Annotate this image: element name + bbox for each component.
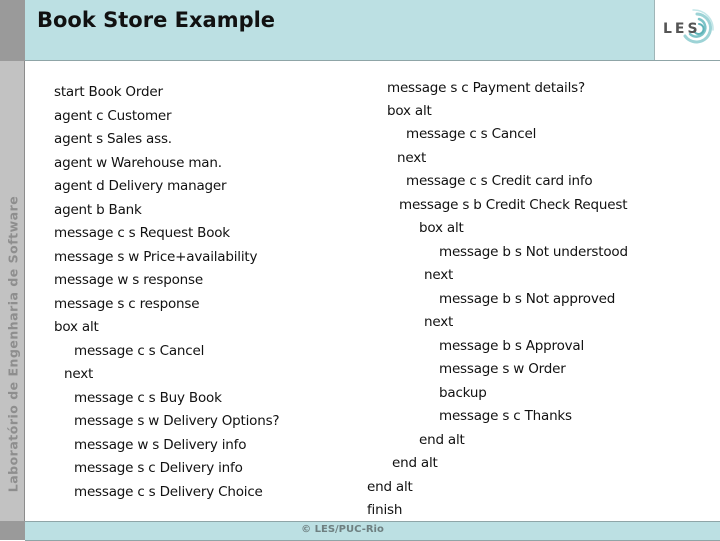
slide-title: Book Store Example [37,8,276,32]
script-line: end alt [419,432,465,448]
script-line: start Book Order [54,84,163,100]
script-line: box alt [387,103,432,119]
script-line: message c s Delivery Choice [74,484,263,500]
les-logo: LES [654,0,720,60]
script-line: box alt [54,319,99,335]
script-line: message s c Payment details? [387,80,585,96]
script-line: message w s response [54,272,203,288]
script-line: message s w Delivery Options? [74,413,280,429]
script-line: message c s Buy Book [74,390,222,406]
script-line: message s c response [54,296,200,312]
script-line: next [64,366,94,382]
script-line: agent w Warehouse man. [54,155,222,171]
script-line: message s w Price+availability [54,249,258,265]
script-line: message b s Approval [439,338,585,354]
sidebar-bottom-block [0,521,25,540]
script-line: message c s Request Book [54,225,230,241]
script-line: end alt [392,455,438,471]
slide-content: start Book Order agent c Customer agent … [25,61,720,521]
logo-text: LES [663,21,701,37]
script-line: finish [367,502,403,518]
sidebar-top-block [0,0,25,61]
script-line: message s b Credit Check Request [399,197,628,213]
script-line: message s c Delivery info [74,460,243,476]
script-line: agent b Bank [54,202,142,218]
sidebar-strip: Laboratório de Engenharia de Software [0,61,25,521]
script-line: next [424,267,454,283]
script-line: message c s Cancel [74,343,205,359]
script-line: agent s Sales ass. [54,131,172,147]
script-line: agent d Delivery manager [54,178,227,194]
slide-footer: © LES/PUC-Rio [25,521,720,541]
script-line: message b s Not understood [439,244,628,260]
script-line: backup [439,385,487,401]
script-line: message b s Not approved [439,291,616,307]
script-line: message c s Credit card info [406,173,593,189]
script-line: message w s Delivery info [74,437,247,453]
script-line: message c s Cancel [406,126,537,142]
script-line: message s c Thanks [439,408,572,424]
sidebar-vertical-label: Laboratório de Engenharia de Software [5,195,21,493]
script-line: box alt [419,220,464,236]
script-line: end alt [367,479,413,495]
script-line: agent c Customer [54,108,172,124]
slide-header: Book Store Example LES [25,0,720,61]
script-line: next [397,150,427,166]
script-line: message s w Order [439,361,566,377]
copyright-text: © LES/PUC-Rio [301,524,384,535]
script-line: next [424,314,454,330]
